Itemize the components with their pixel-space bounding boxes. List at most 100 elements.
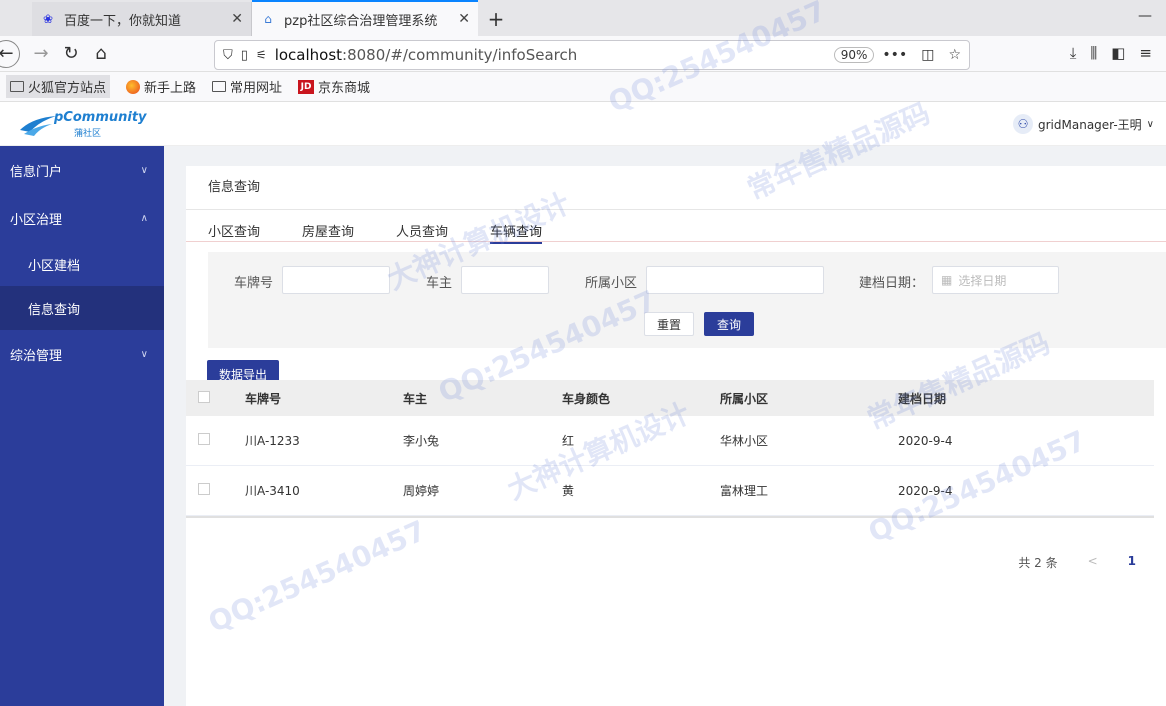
reset-button[interactable]: 重置 [644, 312, 694, 336]
chevron-down-icon: ∨ [140, 164, 148, 176]
user-menu[interactable]: ⚇ gridManager-王明 ∨ [1013, 114, 1154, 134]
table-bottom-border [186, 516, 1154, 518]
date-picker[interactable]: ▦ 选择日期 [932, 266, 1059, 294]
row-checkbox[interactable] [198, 483, 210, 495]
reload-button[interactable]: ↻ [56, 39, 86, 69]
url-text[interactable]: localhost:8080/#/community/infoSearch [275, 46, 826, 64]
menu-icon[interactable]: ≡ [1139, 44, 1152, 62]
minimize-icon[interactable]: — [1138, 8, 1152, 24]
sidebar-item-info-portal[interactable]: 信息门户 ∨ [0, 146, 164, 194]
community-label: 所属小区 [585, 276, 638, 291]
close-icon[interactable]: ✕ [458, 11, 470, 27]
bookmark-firefox-official[interactable]: 火狐官方站点 [6, 75, 111, 98]
firefox-icon [126, 79, 141, 94]
pocket-icon[interactable]: ◫ [921, 47, 934, 63]
tabs-divider [186, 241, 1166, 242]
back-button[interactable]: ← [0, 39, 20, 68]
cell-plate: 川A-3410 [245, 484, 300, 498]
column-header-date[interactable]: 建档日期 [898, 390, 1098, 407]
chevron-down-icon: ∨ [1146, 118, 1154, 130]
app-logo[interactable]: pCommunity 蒲社区 [18, 110, 147, 140]
bookmark-common-sites[interactable]: 常用网址 [212, 77, 282, 96]
page-icon: ▯ [240, 47, 248, 63]
sidebar-item-comprehensive-management[interactable]: 综治管理 ∨ [0, 330, 164, 378]
table-row[interactable]: 川A-1233 李小兔 红 华林小区 2020-9-4 [186, 416, 1154, 466]
cell-community: 富林理工 [720, 484, 769, 498]
tab-title: 百度一下，你就知道 [64, 13, 182, 29]
filter-panel: 车牌号 车主 所属小区 建档日期： ▦ 选择日期 重置 查询 [208, 252, 1166, 348]
plate-label: 车牌号 [234, 276, 274, 291]
page-title: 信息查询 [186, 166, 1166, 210]
bookmark-jd-mall[interactable]: JD 京东商城 [298, 77, 370, 96]
logo-wing-icon [20, 116, 56, 136]
row-select-cell [186, 433, 245, 448]
home-button[interactable]: ⌂ [86, 39, 116, 69]
close-icon[interactable]: ✕ [231, 11, 243, 27]
cell-community: 华林小区 [720, 434, 769, 448]
date-label: 建档日期： [859, 276, 925, 291]
bookmarks-bar: 火狐官方站点 新手上路 常用网址 JD 京东商城 [0, 72, 1166, 102]
chevron-down-icon: ∨ [140, 348, 148, 360]
cell-owner: 周婷婷 [403, 484, 440, 498]
permissions-icon[interactable]: ⚟ [256, 48, 267, 62]
logo-subtext: 蒲社区 [74, 129, 102, 139]
bookmark-getting-started[interactable]: 新手上路 [126, 77, 196, 96]
row-select-cell [186, 483, 245, 498]
star-icon[interactable]: ☆ [948, 47, 961, 63]
new-tab-button[interactable]: + [478, 2, 514, 36]
cell-owner: 李小兔 [403, 434, 440, 448]
sidebar-item-info-search[interactable]: 信息查询 [0, 286, 164, 330]
chevron-up-icon: ∧ [140, 212, 148, 224]
table-header: 车牌号 车主 车身颜色 所属小区 建档日期 [186, 380, 1154, 416]
browser-tab-pzp[interactable]: ⌂ pzp社区综合治理管理系统 ✕ [252, 0, 478, 36]
library-icon[interactable]: ⫼ [1090, 44, 1097, 62]
search-button[interactable]: 查询 [704, 312, 754, 336]
shield-icon[interactable]: ⛉ [223, 48, 233, 63]
sidebar-item-community-governance[interactable]: 小区治理 ∧ [0, 194, 164, 242]
toolbar-right: ⤓ ⫼ ◧ ≡ [1070, 44, 1152, 62]
baidu-paw-icon: ❀ [42, 12, 54, 26]
row-checkbox[interactable] [198, 433, 210, 445]
logo-text: pCommunity [54, 110, 147, 125]
community-input[interactable] [646, 266, 824, 294]
sidebar-item-community-archive[interactable]: 小区建档 [0, 242, 164, 286]
column-header-owner[interactable]: 车主 [403, 390, 562, 407]
tab-title: pzp社区综合治理管理系统 [284, 13, 438, 29]
forward-button[interactable]: → [26, 39, 56, 69]
column-header-color[interactable]: 车身颜色 [562, 390, 720, 407]
sidebar: 信息门户 ∨ 小区治理 ∧ 小区建档 信息查询 综治管理 ∨ [0, 146, 164, 706]
jd-icon: JD [298, 79, 315, 94]
date-placeholder: 选择日期 [958, 273, 1007, 288]
zoom-level-badge[interactable]: 90% [833, 47, 875, 63]
owner-input[interactable] [461, 266, 549, 294]
calendar-icon: ▦ [941, 273, 953, 287]
cell-color: 红 [562, 434, 575, 448]
home-icon: ⌂ [264, 12, 272, 26]
column-header-plate[interactable]: 车牌号 [245, 390, 403, 407]
sidebar-toggle-icon[interactable]: ◧ [1111, 44, 1125, 62]
main-content: 信息查询 小区查询 房屋查询 人员查询 车辆查询 车牌号 车主 所属小区 建档日… [164, 146, 1166, 706]
pagination: 共 2 条 < 1 [1018, 554, 1136, 571]
url-bar[interactable]: ⛉ ▯ ⚟ localhost:8080/#/community/infoSea… [214, 40, 970, 70]
user-name: gridManager-王明 [1038, 117, 1142, 132]
cell-date: 2020-9-4 [898, 483, 953, 498]
cell-plate: 川A-1233 [245, 434, 300, 448]
column-header-community[interactable]: 所属小区 [720, 390, 898, 407]
pagination-prev-button[interactable]: < [1088, 554, 1098, 571]
pagination-total: 共 2 条 [1018, 556, 1058, 570]
owner-label: 车主 [426, 276, 453, 291]
cell-color: 黄 [562, 484, 575, 498]
plate-input[interactable] [282, 266, 390, 294]
app-header: pCommunity 蒲社区 ⚇ gridManager-王明 ∨ [0, 102, 1166, 146]
select-all-checkbox[interactable] [198, 390, 210, 403]
folder-icon [10, 81, 24, 92]
download-icon[interactable]: ⤓ [1070, 44, 1077, 62]
cell-date: 2020-9-4 [898, 433, 953, 448]
table-row[interactable]: 川A-3410 周婷婷 黄 富林理工 2020-9-4 [186, 466, 1154, 516]
vehicle-table: 车牌号 车主 车身颜色 所属小区 建档日期 川A-1233 李小兔 红 华林小区… [186, 380, 1154, 518]
url-actions: ••• ◫ ☆ [882, 47, 961, 63]
more-icon[interactable]: ••• [882, 47, 907, 63]
user-icon: ⚇ [1013, 114, 1033, 134]
browser-tab-baidu[interactable]: ❀ 百度一下，你就知道 ✕ [32, 2, 252, 36]
pagination-page-1[interactable]: 1 [1128, 554, 1136, 571]
